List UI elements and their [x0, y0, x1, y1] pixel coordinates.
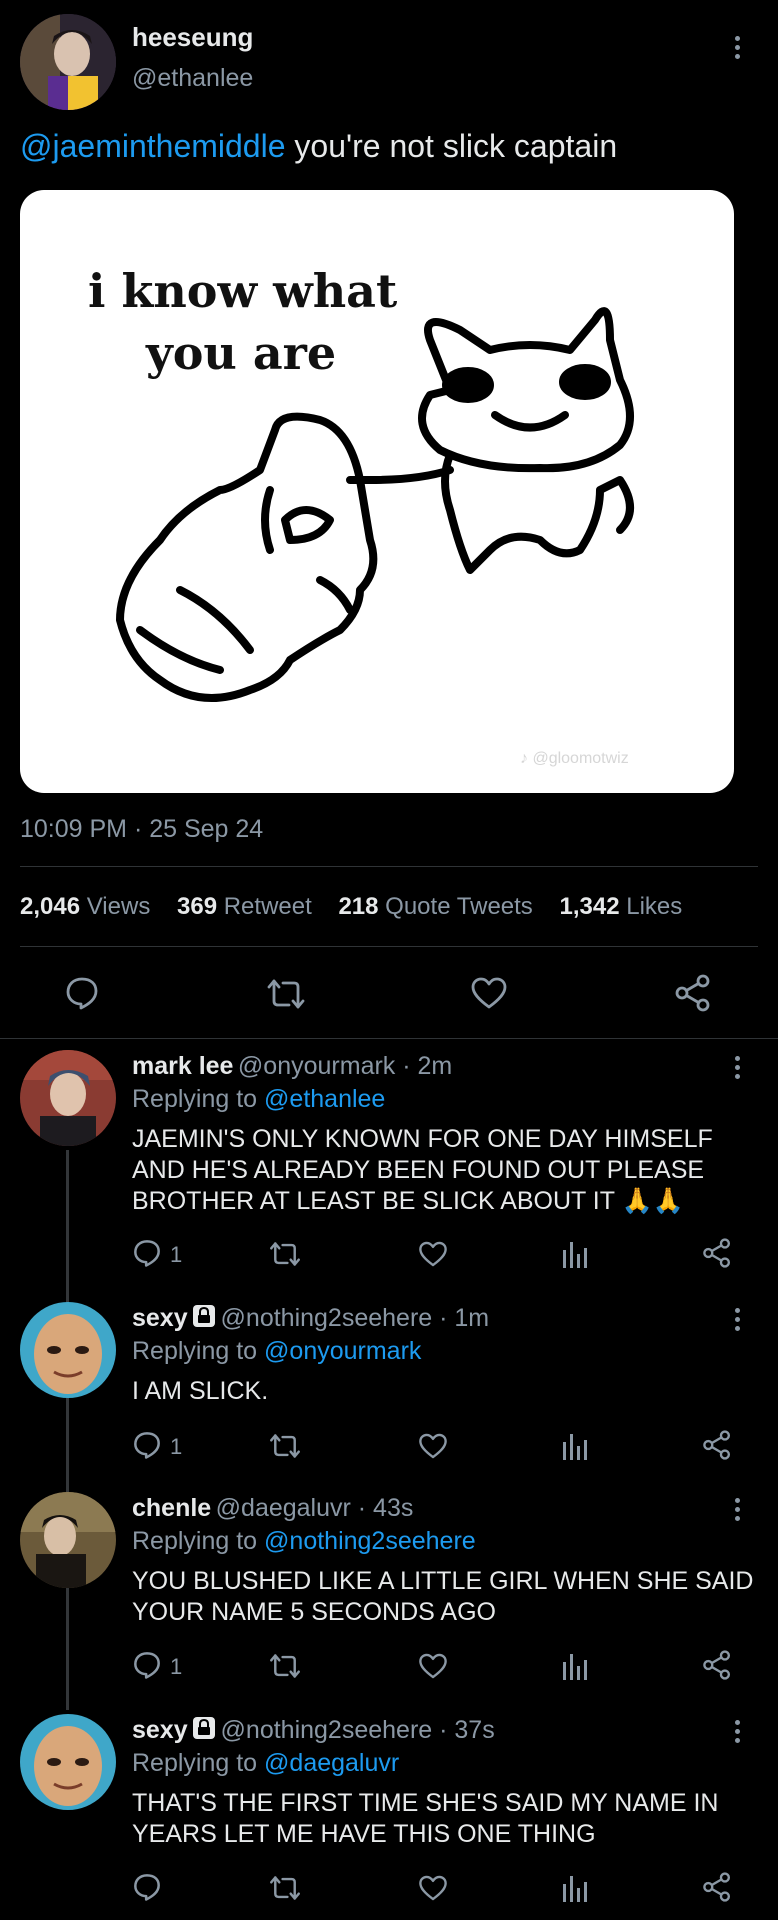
reply-header: chenle @daegaluvr · 43s — [132, 1494, 413, 1523]
reply-avatar[interactable] — [20, 1050, 116, 1146]
reply-text: THAT'S THE FIRST TIME SHE'S SAID MY NAME… — [132, 1789, 719, 1848]
like-icon[interactable] — [470, 976, 508, 1010]
share-icon[interactable] — [702, 1872, 732, 1902]
divider — [20, 866, 758, 867]
image-watermark: ♪ @gloomotwiz — [520, 750, 629, 767]
replying-to-link[interactable]: @ethanlee — [264, 1085, 385, 1113]
replying-to-link[interactable]: @nothing2seehere — [264, 1527, 476, 1555]
replying-to-link[interactable]: @onyourmark — [264, 1337, 421, 1365]
share-icon[interactable] — [702, 1430, 732, 1460]
reply-header: sexy @nothing2seehere · 37s — [132, 1716, 495, 1745]
replying-to-link[interactable]: @daegaluvr — [264, 1749, 399, 1777]
reply-author-name[interactable]: chenle — [132, 1494, 211, 1522]
replying-to: Replying to @ethanlee — [132, 1085, 386, 1113]
share-icon[interactable] — [702, 1650, 732, 1680]
more-options-icon[interactable] — [735, 1308, 741, 1335]
analytics-icon[interactable] — [562, 1874, 588, 1902]
reply-icon[interactable] — [64, 975, 100, 1011]
reply-author-name[interactable]: sexy — [132, 1304, 188, 1332]
reply-header: sexy @nothing2seehere · 1m — [132, 1304, 489, 1333]
pointing-cat-drawing — [116, 307, 634, 702]
author-avatar[interactable] — [20, 14, 116, 110]
divider — [0, 1038, 778, 1039]
reply-header: mark lee @onyourmark · 2m — [132, 1052, 452, 1081]
mention-link[interactable]: @jaeminthemiddle — [20, 128, 286, 164]
more-options-icon[interactable] — [735, 1056, 741, 1083]
reply-icon[interactable] — [132, 1650, 162, 1680]
reply-handle-time[interactable]: @daegaluvr · 43s — [216, 1494, 414, 1522]
reply-icon[interactable] — [132, 1238, 162, 1268]
author-handle[interactable]: @ethanlee — [132, 64, 253, 93]
tweet-text: @jaeminthemiddle you're not slick captai… — [20, 128, 617, 165]
share-icon[interactable] — [702, 1238, 732, 1268]
replying-to: Replying to @onyourmark — [132, 1337, 422, 1365]
tweet-body: you're not slick captain — [285, 128, 618, 164]
likes-stat[interactable]: 1,342 Likes — [559, 893, 682, 920]
tweet-image[interactable]: i know what you are ♪ @gloomotwiz — [20, 190, 734, 793]
reply-avatar[interactable] — [20, 1302, 116, 1398]
divider — [20, 946, 758, 947]
like-icon[interactable] — [418, 1432, 448, 1460]
more-options-icon[interactable] — [735, 1498, 741, 1525]
reply-avatar[interactable] — [20, 1492, 116, 1588]
lock-icon — [193, 1305, 216, 1327]
more-options-icon[interactable] — [735, 1720, 741, 1747]
reply-author-name[interactable]: mark lee — [132, 1052, 233, 1080]
reply-handle-time[interactable]: @nothing2seehere · 37s — [221, 1716, 495, 1744]
retweet-icon[interactable] — [268, 1432, 302, 1460]
reply-icon[interactable] — [132, 1872, 162, 1902]
reply-author-name[interactable]: sexy — [132, 1716, 188, 1744]
retweet-icon[interactable] — [268, 1652, 302, 1680]
analytics-icon[interactable] — [562, 1432, 588, 1460]
quotes-stat[interactable]: 218 Quote Tweets — [338, 893, 532, 920]
replying-to: Replying to @daegaluvr — [132, 1749, 400, 1777]
like-icon[interactable] — [418, 1240, 448, 1268]
share-icon[interactable] — [674, 974, 712, 1012]
lock-icon — [193, 1717, 216, 1739]
retweet-icon[interactable] — [265, 977, 307, 1011]
reply-text: JAEMIN'S ONLY KNOWN FOR ONE DAY HIMSELF A… — [132, 1125, 713, 1215]
reply-count: 1 — [170, 1434, 183, 1459]
reply-icon[interactable] — [132, 1430, 162, 1460]
author-name[interactable]: heeseung — [132, 22, 253, 53]
like-icon[interactable] — [418, 1652, 448, 1680]
reply-count: 1 — [170, 1242, 183, 1267]
tweet-timestamp: 10:09 PM · 25 Sep 24 — [20, 815, 264, 843]
analytics-icon[interactable] — [562, 1240, 588, 1268]
tweet-stats: 2,046 Views 369 Retweet 218 Quote Tweets… — [20, 893, 682, 921]
retweet-icon[interactable] — [268, 1240, 302, 1268]
reply-avatar[interactable] — [20, 1714, 116, 1810]
reply-text: YOU BLUSHED LIKE A LITTLE GIRL WHEN SHE … — [132, 1567, 754, 1626]
reply-count: 1 — [170, 1654, 183, 1679]
retweets-stat[interactable]: 369 Retweet — [177, 893, 312, 920]
views-stat[interactable]: 2,046 Views — [20, 893, 150, 920]
reply-text: I AM SLICK. — [132, 1377, 269, 1405]
analytics-icon[interactable] — [562, 1652, 588, 1680]
replying-to: Replying to @nothing2seehere — [132, 1527, 476, 1555]
reply-handle-time[interactable]: @onyourmark · 2m — [238, 1052, 452, 1080]
like-icon[interactable] — [418, 1874, 448, 1902]
more-options-icon[interactable] — [735, 36, 741, 63]
reply-handle-time[interactable]: @nothing2seehere · 1m — [221, 1304, 490, 1332]
thread-line — [66, 1150, 69, 1710]
retweet-icon[interactable] — [268, 1874, 302, 1902]
